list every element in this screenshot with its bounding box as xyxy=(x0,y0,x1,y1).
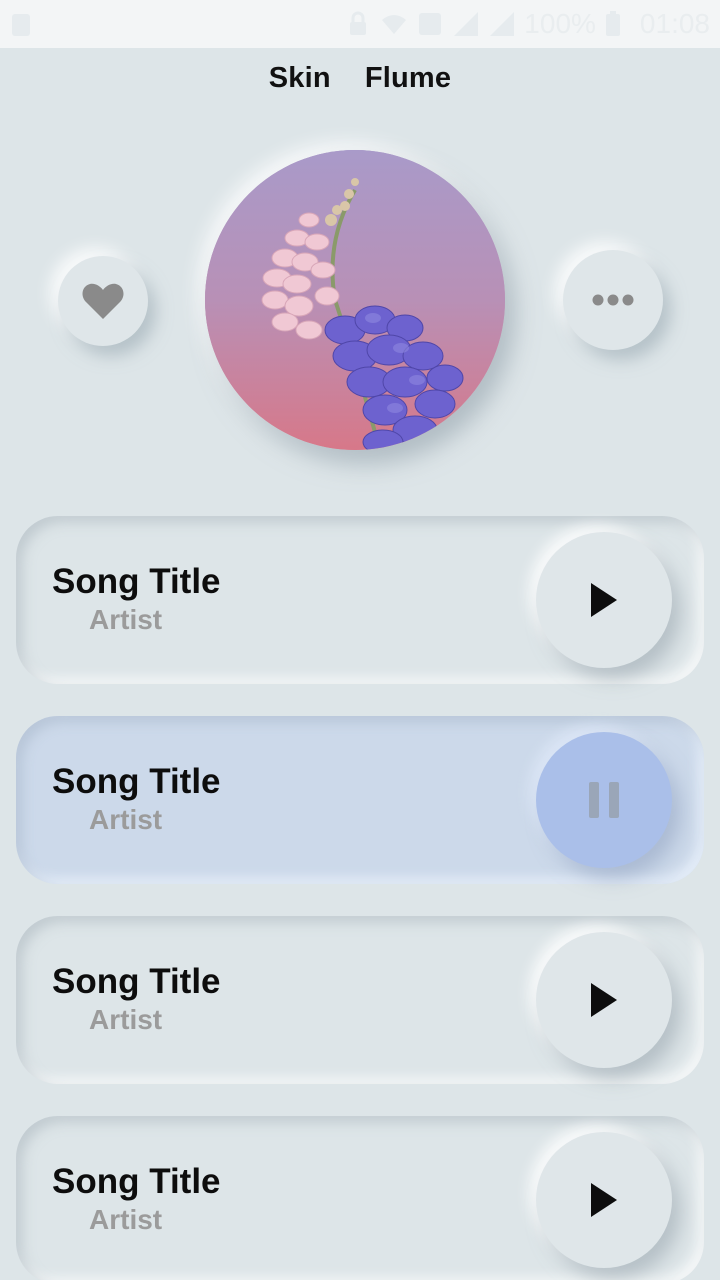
song-title: Song Title xyxy=(52,962,221,1001)
battery-percent: 100% xyxy=(524,8,596,39)
wifi-icon xyxy=(380,10,408,38)
favorite-button[interactable] xyxy=(58,256,148,346)
play-button[interactable] xyxy=(536,932,672,1068)
song-row-4[interactable]: Song Title Artist xyxy=(16,1116,704,1280)
more-options-button[interactable] xyxy=(563,250,663,350)
song-title: Song Title xyxy=(52,1162,221,1201)
song-artist: Artist xyxy=(89,604,163,635)
play-button[interactable] xyxy=(536,1132,672,1268)
play-button[interactable] xyxy=(536,532,672,668)
album-title: Skin xyxy=(268,62,331,94)
more-dots-icon xyxy=(592,294,634,306)
foxglove-flower-image xyxy=(205,150,505,450)
pause-icon xyxy=(589,782,619,818)
signal-icon xyxy=(452,10,480,38)
now-playing-header: Skin Flume xyxy=(0,62,720,102)
play-icon xyxy=(591,983,617,1017)
song-row-3[interactable]: Song Title Artist xyxy=(16,916,704,1084)
notification-icon xyxy=(10,10,32,38)
song-title: Song Title xyxy=(52,762,221,801)
song-artist: Artist xyxy=(89,1204,163,1235)
status-icons: 100% 01:08 xyxy=(344,8,710,40)
song-title: Song Title xyxy=(52,562,221,601)
lock-icon xyxy=(344,10,372,38)
song-artist: Artist xyxy=(89,1004,163,1035)
data-icon xyxy=(416,10,444,38)
battery-icon xyxy=(604,10,632,38)
play-icon xyxy=(591,1183,617,1217)
heart-icon xyxy=(82,283,124,319)
clock: 01:08 xyxy=(639,8,710,39)
song-artist: Artist xyxy=(89,804,163,835)
signal-icon-2 xyxy=(488,10,516,38)
pause-button[interactable] xyxy=(536,732,672,868)
album-art xyxy=(205,150,505,450)
play-icon xyxy=(591,583,617,617)
artist-title: Flume xyxy=(364,62,452,94)
song-row-1[interactable]: Song Title Artist xyxy=(16,516,704,684)
song-row-2-playing[interactable]: Song Title Artist xyxy=(16,716,704,884)
music-player-screen: 100% 01:08 Skin Flume Song Title Artist … xyxy=(0,0,720,1280)
status-bar: 100% 01:08 xyxy=(0,0,720,48)
